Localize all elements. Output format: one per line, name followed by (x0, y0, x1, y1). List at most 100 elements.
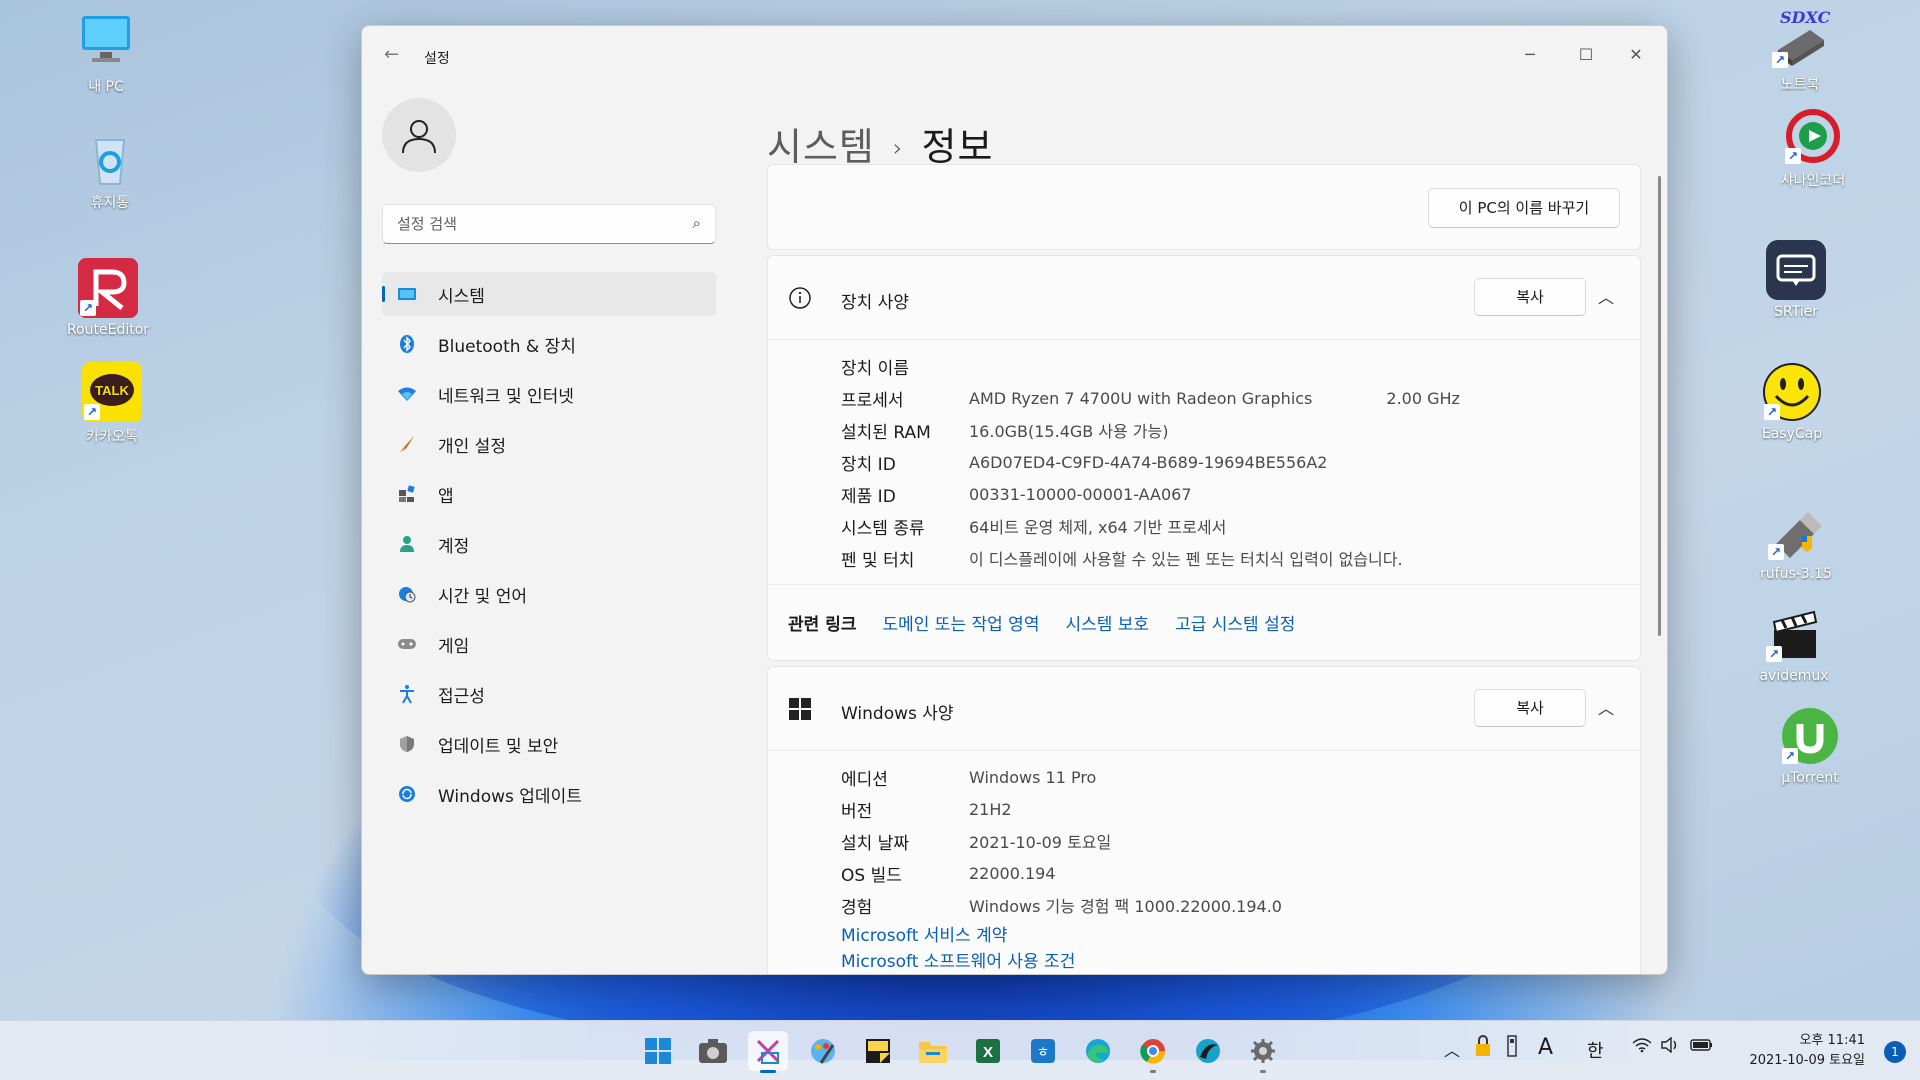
desktop-icon-label: 샤나인코더 (1780, 173, 1846, 189)
utorrent-icon: ↗ (1780, 706, 1840, 766)
link-domain-workgroup[interactable]: 도메인 또는 작업 영역 (882, 610, 1039, 635)
maximize-button[interactable]: ☐ (1563, 40, 1609, 70)
clock-date: 2021-10-09 토요일 (1749, 1053, 1865, 1068)
breadcrumb-parent[interactable]: 시스템 (767, 125, 875, 169)
settings-search[interactable]: ⌕ (382, 204, 716, 244)
wifi-icon[interactable] (1632, 1037, 1652, 1057)
settings-nav: 시스템 Bluetooth & 장치 네트워크 및 인터넷 개인 설정 앱 계정… (382, 272, 716, 822)
nav-item-accounts[interactable]: 계정 (382, 522, 716, 566)
desktop-icon-avidemux[interactable]: ↗ avidemux (1746, 604, 1842, 684)
link-ms-software-license[interactable]: Microsoft 소프트웨어 사용 조건 (841, 947, 1640, 973)
taskbar-file-explorer[interactable] (913, 1031, 953, 1071)
desktop-icon-rufus[interactable]: ↗ rufus-3.15 (1748, 502, 1844, 582)
windows-specs-header[interactable]: Windows 사양 복사 ︿ (768, 667, 1640, 751)
desktop-icon-srtier[interactable]: SRTier (1748, 240, 1844, 320)
taskbar-camera[interactable] (693, 1031, 733, 1071)
minimize-button[interactable]: ─ (1507, 40, 1553, 70)
clock[interactable]: 오후 11:41 2021-10-09 토요일 (1749, 1031, 1865, 1071)
shortcut-arrow-icon: ↗ (1782, 748, 1798, 764)
tray-overflow-chevron-icon[interactable]: ︿ (1444, 1037, 1460, 1061)
chevron-up-icon[interactable]: ︿ (1598, 284, 1614, 308)
taskbar-edge[interactable] (1078, 1031, 1118, 1071)
windows-specs-card: Windows 사양 복사 ︿ 에디션 Windows 11 Pro 버전 21H2… (767, 666, 1641, 974)
start-button[interactable] (638, 1031, 678, 1071)
close-button[interactable]: ✕ (1613, 40, 1659, 70)
desktop-icon-shana-encoder[interactable]: ↗ 샤나인코더 (1765, 106, 1861, 190)
nav-item-network[interactable]: 네트워크 및 인터넷 (382, 372, 716, 416)
desktop-icon-recycle-bin[interactable]: 휴지통 (62, 128, 158, 212)
nav-item-time-language[interactable]: 시간 및 언어 (382, 572, 716, 616)
back-arrow-icon[interactable]: ← (384, 44, 412, 68)
battery-icon[interactable] (1690, 1037, 1714, 1057)
link-advanced-system-settings[interactable]: 고급 시스템 설정 (1175, 610, 1295, 635)
taskbar-app[interactable] (1188, 1031, 1228, 1071)
globe-clock-icon (396, 583, 418, 605)
nav-item-system[interactable]: 시스템 (382, 272, 716, 316)
shortcut-arrow-icon: ↗ (1766, 646, 1782, 662)
ime-language-indicator[interactable]: 한 (1587, 1037, 1604, 1063)
taskbar-settings[interactable] (1243, 1031, 1283, 1073)
spec-value: 21H2 (969, 799, 1012, 819)
taskbar-paint[interactable] (803, 1031, 843, 1071)
rename-pc-button[interactable]: 이 PC의 이름 바꾸기 (1428, 188, 1620, 228)
taskbar-snipping-tool[interactable] (748, 1031, 788, 1073)
shortcut-arrow-icon: ↗ (80, 300, 96, 316)
clapperboard-icon: ↗ (1764, 604, 1824, 664)
notification-badge[interactable]: 1 (1884, 1041, 1906, 1063)
lock-icon[interactable] (1474, 1035, 1492, 1061)
search-input[interactable] (383, 205, 663, 243)
spec-row: OS 빌드 22000.194 (841, 857, 1640, 889)
taskbar-hangul[interactable]: ㅎ (1023, 1031, 1063, 1071)
link-ms-services-agreement[interactable]: Microsoft 서비스 계약 (841, 921, 1640, 947)
nav-item-gaming[interactable]: 게임 (382, 622, 716, 666)
drive-icon: SDXC ↗ (1770, 8, 1830, 70)
desktop-icon-this-pc[interactable]: 내 PC (58, 12, 154, 96)
desktop-icon-utorrent[interactable]: ↗ µTorrent (1762, 706, 1858, 786)
shana-encoder-icon: ↗ (1783, 106, 1843, 166)
nav-item-windows-update[interactable]: Windows 업데이트 (382, 772, 716, 816)
page-title: 시스템 › 정보 (767, 116, 993, 171)
spec-row: 경험 Windows 기능 경험 팩 1000.22000.194.0 (841, 889, 1640, 921)
user-avatar[interactable] (382, 98, 456, 172)
scrollbar[interactable] (1658, 176, 1661, 636)
copy-device-specs-button[interactable]: 복사 (1474, 278, 1586, 316)
taskbar-sticky-notes[interactable] (858, 1031, 898, 1071)
nav-item-accessibility[interactable]: 접근성 (382, 672, 716, 716)
desktop-icon-easycap[interactable]: ↗ EasyCap (1744, 362, 1840, 442)
title-bar[interactable]: ← 설정 ─ ☐ ✕ (362, 26, 1667, 86)
nav-item-bluetooth[interactable]: Bluetooth & 장치 (382, 322, 716, 366)
nav-item-apps[interactable]: 앱 (382, 472, 716, 516)
spec-key: 장치 이름 (841, 358, 909, 379)
link-system-protection[interactable]: 시스템 보호 (1065, 610, 1149, 635)
search-icon[interactable]: ⌕ (693, 214, 701, 232)
device-specs-header[interactable]: 장치 사양 복사 ︿ (768, 256, 1640, 340)
volume-icon[interactable] (1660, 1036, 1680, 1057)
spec-row: 시스템 종류 64비트 운영 체제, x64 기반 프로세서 (841, 510, 1640, 542)
shortcut-arrow-icon: ↗ (84, 404, 100, 420)
gamepad-icon (396, 633, 418, 655)
taskbar-excel[interactable]: X (968, 1031, 1008, 1071)
taskbar-chrome[interactable] (1133, 1031, 1173, 1073)
desktop-icon-label: avidemux (1759, 668, 1829, 684)
file-explorer-icon (919, 1042, 947, 1063)
windows-logo-icon (788, 697, 812, 721)
nav-item-personalization[interactable]: 개인 설정 (382, 422, 716, 466)
copy-windows-specs-button[interactable]: 복사 (1474, 689, 1586, 727)
monitor-icon (396, 283, 418, 305)
spec-value: 00331-10000-00001-AA067 (969, 484, 1192, 504)
chevron-up-icon[interactable]: ︿ (1598, 695, 1614, 719)
spec-key: 장치 ID (841, 454, 896, 475)
desktop-icon-kakaotalk[interactable]: TALK ↗ 카카오톡 (64, 362, 160, 446)
clock-time: 오후 11:41 (1799, 1033, 1865, 1048)
monitor-icon (76, 12, 136, 72)
hangul-icon: ㅎ (1031, 1039, 1055, 1063)
desktop-icon-notebook[interactable]: SDXC ↗ 노트북 (1752, 8, 1848, 94)
excel-icon: X (976, 1039, 1000, 1063)
desktop-icon-routeeditor[interactable]: ↗ RouteEditor (60, 258, 156, 338)
spec-value: AMD Ryzen 7 4700U with Radeon Graphics (969, 388, 1313, 408)
spec-value: Windows 11 Pro (969, 767, 1097, 787)
ime-mode-indicator[interactable]: A (1538, 1035, 1553, 1060)
usb-eject-icon[interactable] (1504, 1035, 1520, 1061)
spec-key: 펜 및 터치 (841, 550, 915, 571)
nav-item-update-security[interactable]: 업데이트 및 보안 (382, 722, 716, 766)
